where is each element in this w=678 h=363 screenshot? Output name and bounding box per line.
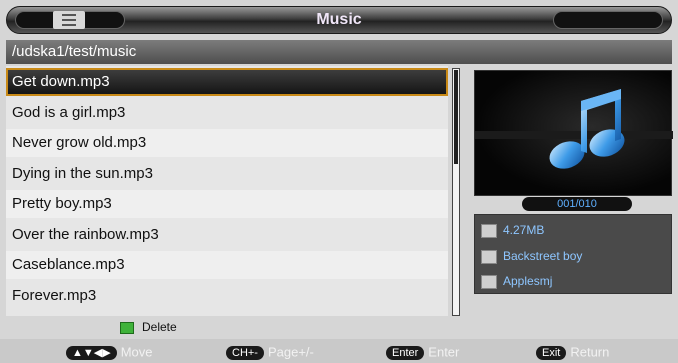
track-info-panel: 4.27MB Backstreet boy Applesmj xyxy=(474,214,672,294)
music-browser: Music /udska1/test/music Get down.mp3 Go… xyxy=(0,0,678,363)
page-title: Music xyxy=(316,11,362,28)
file-size-icon xyxy=(481,223,497,238)
artist-name: Backstreet boy xyxy=(503,249,583,263)
album-icon xyxy=(481,274,497,289)
music-note-icon xyxy=(475,89,673,169)
album-name: Applesmj xyxy=(503,274,553,288)
enter-label: Enter xyxy=(428,344,460,360)
scrollbar[interactable] xyxy=(452,68,460,316)
page-label: Page+/- xyxy=(267,344,314,360)
album-art xyxy=(474,70,673,196)
channel-key: CH+- xyxy=(226,345,264,360)
exit-label: Return xyxy=(570,344,610,360)
file-name: Never grow old.mp3 xyxy=(12,134,147,151)
file-name: Over the rainbow.mp3 xyxy=(12,226,159,243)
album-row: Applesmj xyxy=(481,272,552,290)
delete-button[interactable]: Delete xyxy=(120,320,177,334)
list-item[interactable]: Pretty boy.mp3 xyxy=(6,190,448,218)
list-item[interactable]: Never grow old.mp3 xyxy=(6,129,448,157)
file-size-row: 4.27MB xyxy=(481,221,544,239)
scrollbar-thumb[interactable] xyxy=(454,70,458,164)
list-item[interactable]: Get down.mp3 xyxy=(6,68,448,96)
green-key-icon xyxy=(120,321,134,334)
file-list: Get down.mp3 God is a girl.mp3 Never gro… xyxy=(6,66,448,316)
list-item[interactable]: Caseblance.mp3 xyxy=(6,251,448,279)
move-hint: ▲▼◀▶ Move xyxy=(66,344,153,360)
list-item[interactable]: Forever.mp3 xyxy=(6,282,448,310)
enter-key: Enter xyxy=(386,345,425,360)
enter-hint: Enter Enter xyxy=(386,344,459,360)
move-label: Move xyxy=(120,344,153,360)
delete-label: Delete xyxy=(142,320,177,334)
file-size: 4.27MB xyxy=(503,223,545,237)
file-name: Dying in the sun.mp3 xyxy=(12,165,153,182)
arrow-keys-icon: ▲▼◀▶ xyxy=(66,345,117,360)
exit-hint: Exit Return xyxy=(536,344,609,360)
title-bar: Music xyxy=(6,6,672,34)
list-item[interactable]: God is a girl.mp3 xyxy=(6,99,448,127)
artist-row: Backstreet boy xyxy=(481,247,582,265)
key-hints-bar: ▲▼◀▶ Move CH+- Page+/- Enter Enter Exit Retu… xyxy=(0,339,678,363)
current-path: /udska1/test/music xyxy=(12,43,137,60)
track-counter: 001/010 xyxy=(522,197,632,211)
breadcrumb: /udska1/test/music xyxy=(6,40,672,64)
list-item[interactable]: Over the rainbow.mp3 xyxy=(6,221,448,249)
file-name: Caseblance.mp3 xyxy=(12,256,125,273)
file-name: Pretty boy.mp3 xyxy=(12,195,112,212)
file-name: God is a girl.mp3 xyxy=(12,104,126,121)
exit-key: Exit xyxy=(536,345,567,360)
file-name: Get down.mp3 xyxy=(12,73,110,90)
list-item[interactable]: Dying in the sun.mp3 xyxy=(6,160,448,188)
artist-icon xyxy=(481,249,497,264)
file-name: Forever.mp3 xyxy=(12,287,97,304)
page-hint: CH+- Page+/- xyxy=(226,344,314,360)
